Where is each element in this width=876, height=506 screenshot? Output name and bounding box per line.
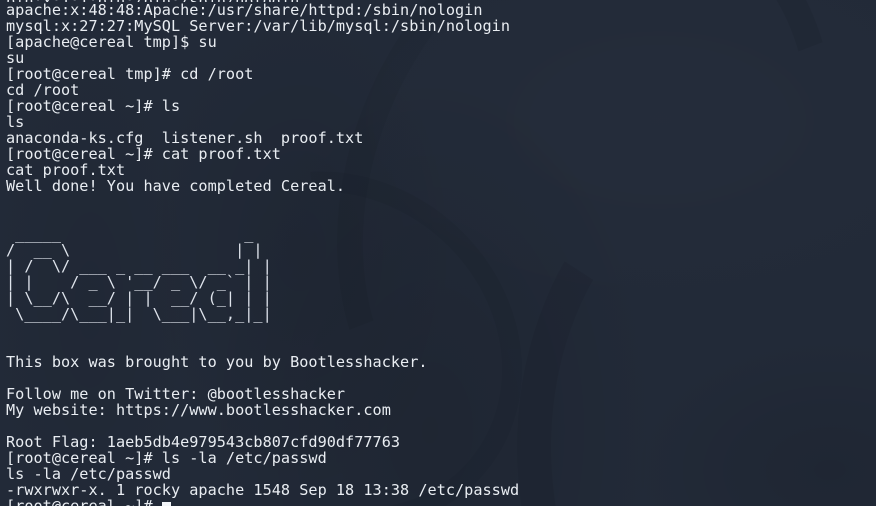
prompt-line-cd: [root@cereal tmp]# cd /root — [6, 65, 254, 83]
echo-line: cat proof.txt — [6, 161, 126, 179]
terminal-window[interactable]: bin:x:1:1:bin:/bin:/sbin/nologin apache:… — [0, 0, 876, 506]
echo-line: ls -la /etc/passwd — [6, 465, 171, 483]
proof-message-line: Well done! You have completed Cereal. — [6, 177, 346, 195]
scrollback-line: apache:x:48:48:Apache:/usr/share/httpd:/… — [6, 1, 483, 19]
echo-line: su — [6, 49, 25, 67]
echo-line: ls — [6, 113, 25, 131]
echo-line: cd /root — [6, 81, 80, 99]
root-flag-line: Root Flag: 1aeb5db4e979543cb807cfd90df77… — [6, 433, 401, 451]
credit-line: This box was brought to you by Bootlessh… — [6, 353, 428, 371]
passwd-listing-line: -rwxrwxr-x. 1 rocky apache 1548 Sep 18 1… — [6, 481, 520, 499]
cursor-block — [161, 502, 171, 506]
prompt-line-ls: [root@cereal ~]# ls — [6, 97, 181, 115]
ascii-banner-line: | \__/\ __/ | | __/ (_| | | — [6, 289, 272, 307]
ascii-banner-line: \____/\___|_| \___|\__,_|_| — [6, 305, 272, 323]
ascii-banner-line: _____ _ — [6, 225, 263, 243]
terminal-screen[interactable]: bin:x:1:1:bin:/bin:/sbin/nologin apache:… — [0, 0, 876, 506]
ascii-banner-line: / __ \ | | — [6, 241, 263, 259]
ascii-banner-line: | | / _ \ '__/ _ \/ _` | | — [6, 273, 272, 291]
prompt-line-ls-la: [root@cereal ~]# ls -la /etc/passwd — [6, 449, 327, 467]
active-prompt-line[interactable]: [root@cereal ~]# — [0, 498, 876, 506]
prompt-line-cat: [root@cereal ~]# cat proof.txt — [6, 145, 281, 163]
twitter-line: Follow me on Twitter: @bootlesshacker — [6, 385, 346, 403]
prompt-line-su: [apache@cereal tmp]$ su — [6, 33, 217, 51]
website-line: My website: https://www.bootlesshacker.c… — [6, 401, 391, 419]
prompt-text: [root@cereal ~]# — [6, 497, 162, 506]
ascii-banner-line: | / \/ ___ _ __ ___ __ _| | — [6, 257, 272, 275]
scrollback-line: mysql:x:27:27:MySQL Server:/var/lib/mysq… — [6, 17, 510, 35]
ls-output-line: anaconda-ks.cfg listener.sh proof.txt — [6, 129, 364, 147]
